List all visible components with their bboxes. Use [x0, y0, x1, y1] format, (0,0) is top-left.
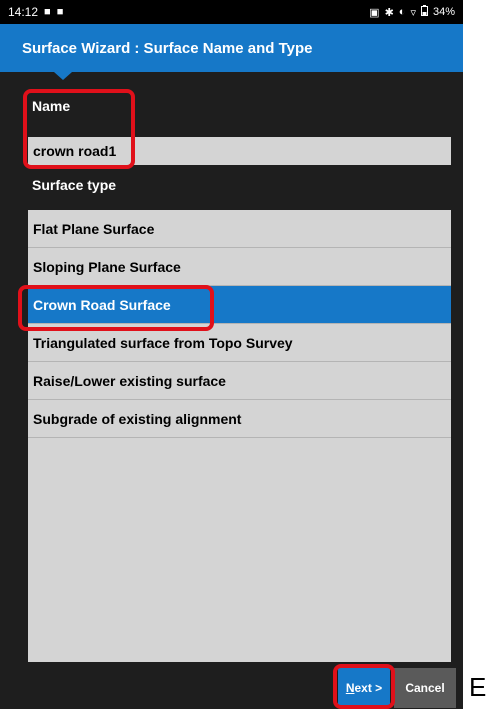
list-item-raise-lower[interactable]: Raise/Lower existing surface	[28, 362, 451, 400]
media-icon: ■	[56, 6, 64, 18]
list-item-subgrade[interactable]: Subgrade of existing alignment	[28, 400, 451, 438]
list-item-flat-plane[interactable]: Flat Plane Surface	[28, 210, 451, 248]
signal-icon: ▿	[410, 6, 416, 19]
screenshot-icon: ▣	[369, 6, 380, 19]
status-left: 14:12 ■ ■	[8, 5, 63, 19]
notification-icon: ■	[44, 6, 51, 18]
title-pointer	[54, 72, 72, 80]
status-bar: 14:12 ■ ■ ▣ ✱ ◐ ▿ 34%	[0, 0, 463, 24]
battery-icon	[420, 5, 428, 19]
highlight-crown-road	[18, 285, 214, 331]
highlight-next-button	[333, 664, 395, 709]
side-letter: E	[469, 672, 487, 702]
status-right: ▣ ✱ ◐ ▿ 34%	[369, 5, 455, 19]
wizard-title: Surface Wizard : Surface Name and Type	[22, 39, 313, 57]
surface-type-list[interactable]: Flat Plane Surface Sloping Plane Surface…	[28, 210, 451, 662]
wizard-title-bar: Surface Wizard : Surface Name and Type	[0, 24, 463, 72]
highlight-name-field	[23, 89, 135, 169]
bluetooth-icon: ✱	[384, 6, 394, 19]
surface-type-label: Surface type	[32, 177, 117, 193]
vibrate-icon: ◐	[398, 6, 406, 18]
battery-percent: 34%	[432, 6, 455, 18]
list-item-sloping-plane[interactable]: Sloping Plane Surface	[28, 248, 451, 286]
status-time: 14:12	[8, 5, 39, 19]
cancel-button[interactable]: Cancel	[394, 668, 456, 708]
